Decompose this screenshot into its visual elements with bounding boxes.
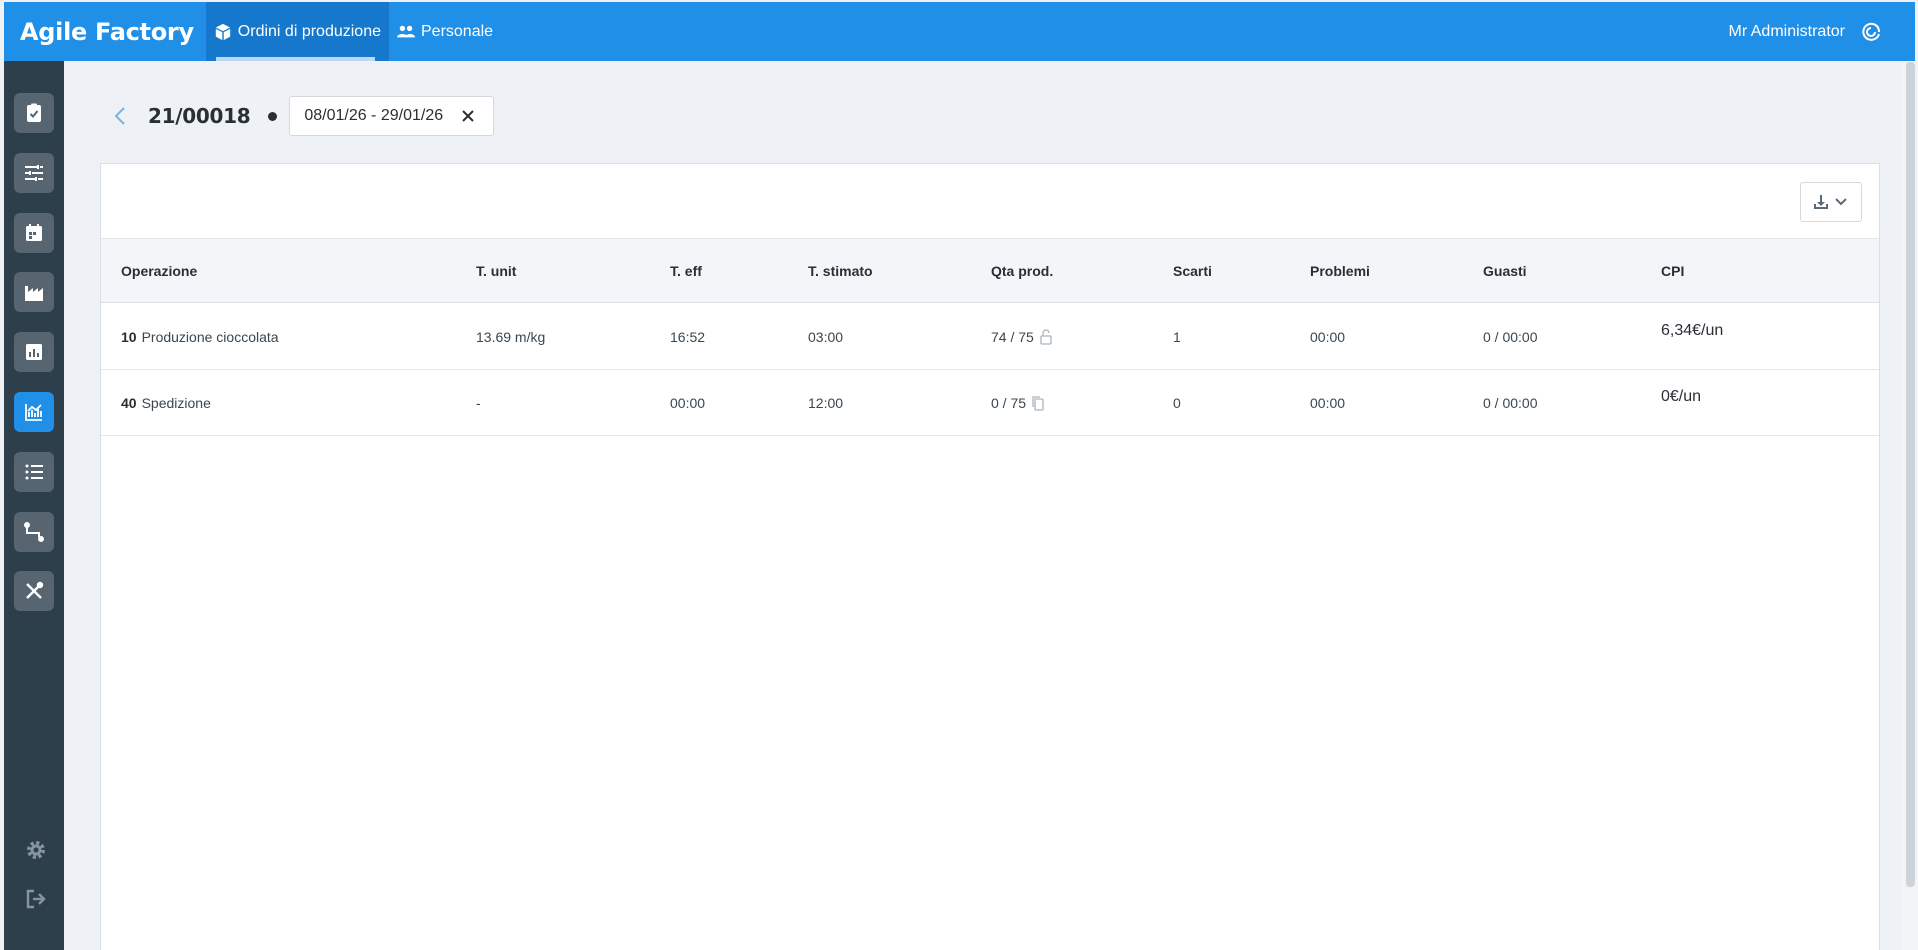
- scrollbar-thumb[interactable]: [1906, 62, 1915, 887]
- t-unit-cell: 13.69 m/kg: [476, 328, 546, 345]
- sidebar-item-settings[interactable]: [22, 836, 50, 864]
- t-unit-cell: -: [476, 394, 481, 411]
- operation-name: Spedizione: [141, 394, 211, 411]
- calendar-icon: [26, 224, 42, 241]
- clipboard-check-icon: [27, 103, 41, 122]
- user-swirl-icon[interactable]: [1859, 20, 1883, 44]
- operation-cell: 10 Produzione cioccolata: [121, 304, 279, 369]
- sidebar-item-list[interactable]: [14, 452, 54, 492]
- sidebar-item-factory[interactable]: [14, 272, 54, 312]
- status-dot: [268, 111, 278, 121]
- qta-value: 74 / 75: [991, 328, 1034, 345]
- top-navbar: Agile Factory Ordini di produzione Perso…: [4, 2, 1915, 61]
- lock-open-icon[interactable]: [1039, 328, 1053, 345]
- guasti-cell: 0 / 00:00: [1483, 328, 1538, 345]
- col-cpi[interactable]: CPI: [1661, 239, 1684, 302]
- copy-icon[interactable]: [1031, 395, 1045, 411]
- people-icon: [397, 25, 415, 37]
- sidebar: [4, 61, 64, 950]
- t-stimato-cell: 12:00: [808, 394, 844, 411]
- chevron-down-icon: [1835, 198, 1847, 206]
- col-qta-prod[interactable]: Qta prod.: [991, 239, 1053, 302]
- table-row[interactable]: 40 Spedizione - 00:00 12:00 0 / 75 0 00:0…: [101, 370, 1879, 436]
- operation-cell: 40 Spedizione: [121, 370, 211, 435]
- line-chart-icon: [25, 404, 42, 421]
- col-scarti[interactable]: Scarti: [1173, 239, 1212, 302]
- order-id: 21/00018: [148, 104, 251, 128]
- clear-date-button[interactable]: [457, 105, 479, 127]
- operation-name: Produzione cioccolata: [141, 328, 279, 345]
- table-header: Operazione T. unit T. eff T. stimato Qta…: [101, 238, 1879, 303]
- col-problemi[interactable]: Problemi: [1310, 239, 1370, 302]
- sidebar-item-bar-chart[interactable]: [14, 332, 54, 372]
- date-range-text: 08/01/26 - 29/01/26: [304, 107, 444, 124]
- app-brand[interactable]: Agile Factory: [4, 2, 206, 61]
- tools-icon: [26, 581, 44, 599]
- list-icon: [25, 464, 43, 480]
- download-button[interactable]: [1800, 182, 1862, 222]
- scarti-cell: 0: [1173, 394, 1181, 411]
- tab-ordini-di-produzione[interactable]: Ordini di produzione: [205, 2, 389, 61]
- sliders-icon: [25, 165, 43, 181]
- problemi-cell: 00:00: [1310, 394, 1346, 411]
- col-t-eff[interactable]: T. eff: [670, 239, 702, 302]
- chevron-left-icon[interactable]: [110, 105, 132, 127]
- qta-value: 0 / 75: [991, 394, 1027, 411]
- order-header: 21/00018 08/01/26 - 29/01/26: [110, 96, 495, 136]
- sidebar-item-tools[interactable]: [14, 571, 54, 611]
- sidebar-item-routing[interactable]: [14, 512, 54, 552]
- operation-number: 40: [121, 394, 137, 411]
- cpi-cell: 6,34€/un: [1661, 321, 1724, 339]
- operations-card: Operazione T. unit T. eff T. stimato Qta…: [100, 163, 1880, 950]
- sidebar-item-calendar[interactable]: [14, 213, 54, 253]
- tab-label: Personale: [421, 22, 494, 40]
- bar-chart-icon: [26, 344, 42, 360]
- col-t-unit[interactable]: T. unit: [476, 239, 516, 302]
- operation-number: 10: [121, 328, 137, 345]
- cpi-cell: 0€/un: [1661, 387, 1702, 405]
- logout-icon: [26, 889, 46, 909]
- box-icon: [215, 23, 230, 40]
- date-range-filter[interactable]: 08/01/26 - 29/01/26: [289, 96, 495, 136]
- tab-personale[interactable]: Personale: [389, 2, 501, 61]
- route-icon: [24, 522, 44, 542]
- qta-cell: 74 / 75: [991, 304, 1053, 369]
- col-operazione[interactable]: Operazione: [121, 239, 197, 302]
- factory-icon: [25, 286, 43, 301]
- gear-icon: [27, 841, 45, 859]
- table-row[interactable]: 10 Produzione cioccolata 13.69 m/kg 16:52…: [101, 304, 1879, 370]
- t-stimato-cell: 03:00: [808, 328, 844, 345]
- problemi-cell: 00:00: [1310, 328, 1346, 345]
- user-name[interactable]: Mr Administrator: [1729, 23, 1845, 41]
- sidebar-item-settings-sliders[interactable]: [14, 153, 54, 193]
- t-eff-cell: 00:00: [670, 394, 706, 411]
- qta-cell: 0 / 75: [991, 370, 1045, 435]
- download-icon: [1814, 195, 1828, 209]
- sidebar-item-logout[interactable]: [22, 885, 50, 913]
- guasti-cell: 0 / 00:00: [1483, 394, 1538, 411]
- col-t-stimato[interactable]: T. stimato: [808, 239, 873, 302]
- col-guasti[interactable]: Guasti: [1483, 239, 1527, 302]
- sidebar-item-analytics[interactable]: [14, 392, 54, 432]
- close-icon: [462, 110, 474, 122]
- scarti-cell: 1: [1173, 328, 1181, 345]
- sidebar-item-tasks[interactable]: [14, 93, 54, 133]
- t-eff-cell: 16:52: [670, 328, 706, 345]
- tab-label: Ordini di produzione: [237, 22, 381, 40]
